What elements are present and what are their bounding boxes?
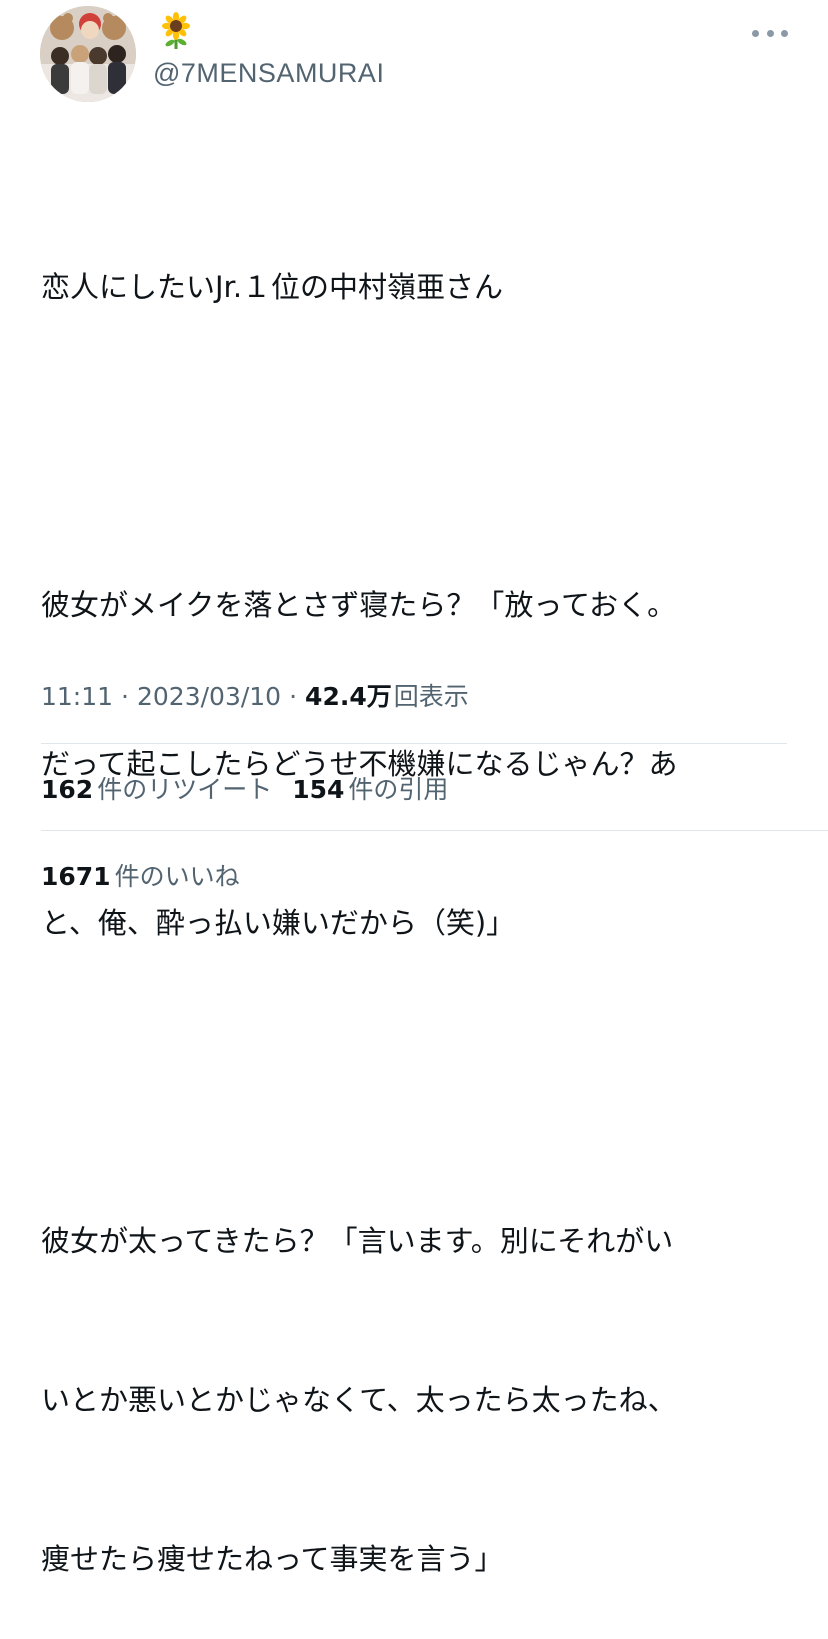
display-name[interactable] [157,12,195,50]
views-label: 回表示 [393,682,469,711]
more-options-button[interactable] [752,27,788,39]
author-handle[interactable]: @7MENSAMURAI [153,58,384,89]
tweet-line [41,1056,801,1109]
tweet-line: 彼女がメイクを落とさず寝たら？「放っておく。 [41,588,677,622]
tweet-line: 彼女が太ってきたら？「言います。別にそれがい [41,1224,674,1258]
tweet-time[interactable]: 11:11 [41,682,113,711]
tweet-line [41,420,801,473]
retweets-stat[interactable]: 162 件のリツイート [41,770,272,806]
more-dots-icon [781,29,788,37]
quotes-label: 件の引用 [348,775,449,804]
retweets-label: 件のリツイート [97,775,273,804]
likes-stat[interactable]: 1671 件のいいね [41,857,240,893]
more-dots-icon [752,29,759,37]
quotes-stat[interactable]: 154 件の引用 [292,770,448,806]
tweet-line: と、俺、酔っ払い嫌いだから（笑)」 [41,906,516,940]
avatar-photo [40,6,136,102]
tweet-stats: 162 件のリツイート 154 件の引用 [41,770,448,806]
sunflower-emoji [162,12,190,49]
avatar[interactable] [40,6,136,102]
tweet-line: 痩せたら痩せたねって事実を言う」 [41,1542,504,1576]
tweet-text: 恋人にしたいJr.１位の中村嶺亜さん 彼女がメイクを落とさず寝たら？「放っておく… [41,155,801,1639]
tweet-date[interactable]: 2023/03/10 [137,682,281,711]
divider [41,743,787,744]
views-count: 42.4万 [305,682,392,711]
likes-row: 1671 件のいいね [41,857,240,893]
more-dots-icon [766,29,774,37]
meta-separator: · [121,682,129,711]
quotes-count: 154 [292,775,345,804]
divider [41,830,828,831]
retweets-count: 162 [41,775,94,804]
likes-count: 1671 [41,862,111,891]
tweet-line: 恋人にしたいJr.１位の中村嶺亜さん [41,270,504,304]
likes-label: 件のいいね [114,862,240,891]
tweet-line: いとか悪いとかじゃなくて、太ったら太ったね、 [41,1383,677,1417]
tweet-meta: 11:11 · 2023/03/10 · 42.4万 回表示 [41,677,469,713]
meta-separator: · [289,682,298,711]
